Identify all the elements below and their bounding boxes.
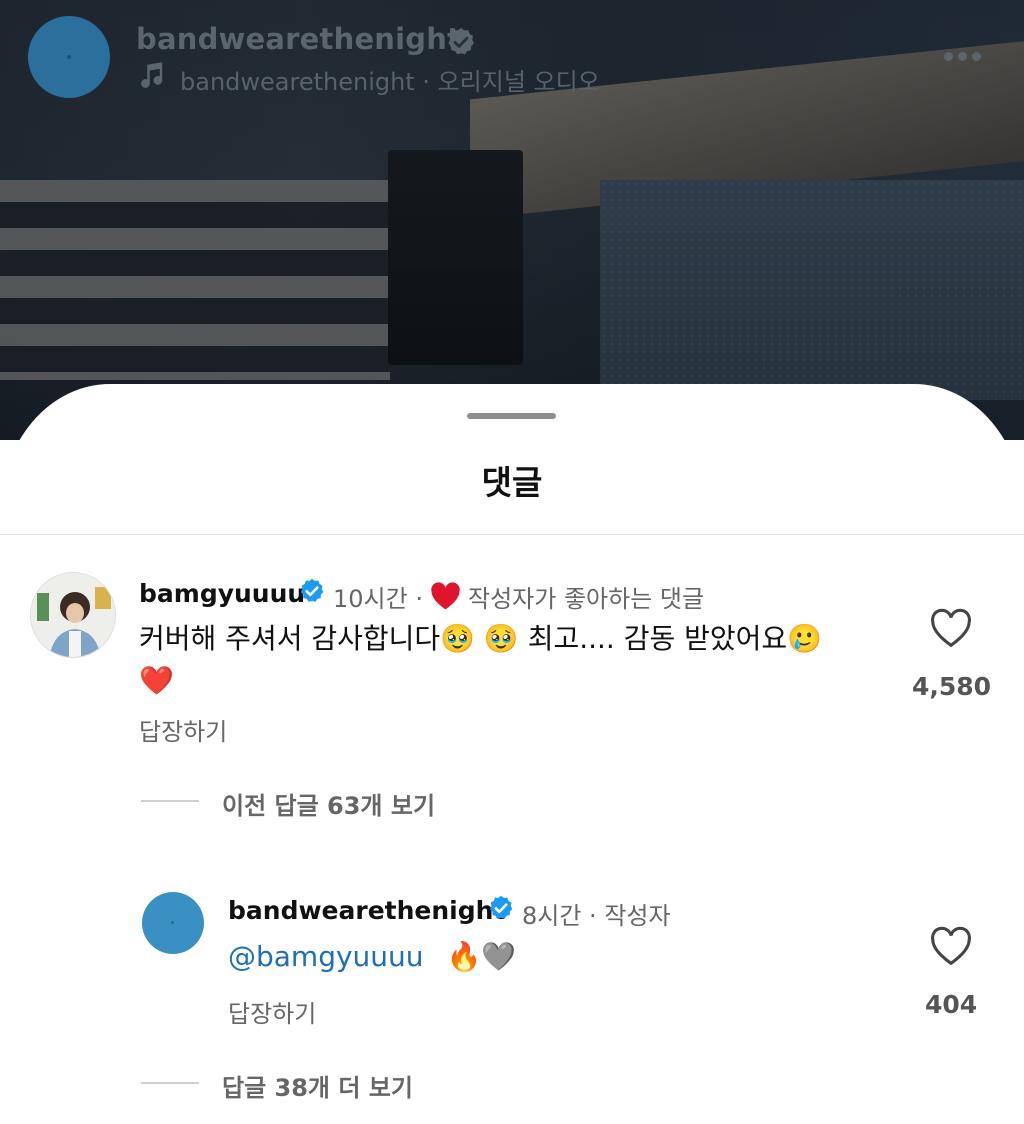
music-note-icon <box>141 62 163 88</box>
view-replies-line <box>141 1082 199 1084</box>
reply-text: @bamgyuuuu 🔥🩶 <box>228 936 516 978</box>
avatar-photo-icon <box>31 573 115 657</box>
verified-badge-icon <box>300 578 324 602</box>
video-wall-stripes <box>0 180 390 380</box>
audio-label[interactable]: bandwearethenight · 오리지널 오디오 <box>180 62 600 97</box>
reply-button[interactable]: 답장하기 <box>228 994 316 1029</box>
like-heart-icon[interactable] <box>929 608 973 648</box>
view-previous-replies-button[interactable]: 이전 답글 63개 보기 <box>222 786 435 821</box>
like-heart-icon[interactable] <box>929 926 973 966</box>
liked-by-author-heart-icon <box>431 582 460 610</box>
comment-emoji-line: ❤️ <box>139 664 174 697</box>
like-count: 404 <box>925 990 978 1019</box>
comment-text-line: 커버해 주셔서 감사합니다🥹 🥹 최고.... 감동 받았어요🥲 <box>139 622 823 655</box>
reply-username[interactable]: bandwearethenight <box>228 896 505 925</box>
sheet-title: 댓글 <box>481 463 543 502</box>
liked-by-author-label: 작성자가 좋아하는 댓글 <box>468 585 705 613</box>
verified-badge-icon <box>489 895 513 919</box>
post-author-username[interactable]: bandwearethenight <box>136 22 461 56</box>
post-author-avatar[interactable] <box>28 16 110 98</box>
mention-link[interactable]: @bamgyuuuu <box>228 940 424 973</box>
view-more-replies-button[interactable]: 답글 38개 더 보기 <box>222 1068 413 1103</box>
sheet-drag-handle[interactable] <box>467 413 556 419</box>
reply-meta: 8시간 · 작성자 <box>522 902 671 930</box>
reply-author-avatar[interactable] <box>142 892 204 954</box>
commenter-avatar[interactable] <box>30 572 116 658</box>
more-options-icon[interactable] <box>944 46 990 62</box>
reply-button[interactable]: 답장하기 <box>139 712 227 747</box>
view-replies-line <box>141 800 199 802</box>
comments-sheet: 댓글 bamgyuuuu 10시간 · 작성자가 좋아하는 댓글 커버해 주셔서… <box>0 384 1024 1124</box>
verified-badge-icon <box>448 28 474 55</box>
comment-timestamp: 10시간 · <box>333 585 423 613</box>
video-speaker <box>388 150 523 365</box>
video-acoustic-panel <box>600 180 1024 400</box>
comment-username[interactable]: bamgyuuuu <box>139 579 305 608</box>
comment-text: 커버해 주셔서 감사합니다🥹 🥹 최고.... 감동 받았어요🥲 ❤️ <box>139 618 899 702</box>
reply-emoji: 🔥🩶 <box>446 940 517 973</box>
post-header: bandwearethenight bandwearethenight · 오리… <box>0 0 1024 110</box>
like-count: 4,580 <box>912 672 992 701</box>
sheet-divider <box>0 534 1024 535</box>
